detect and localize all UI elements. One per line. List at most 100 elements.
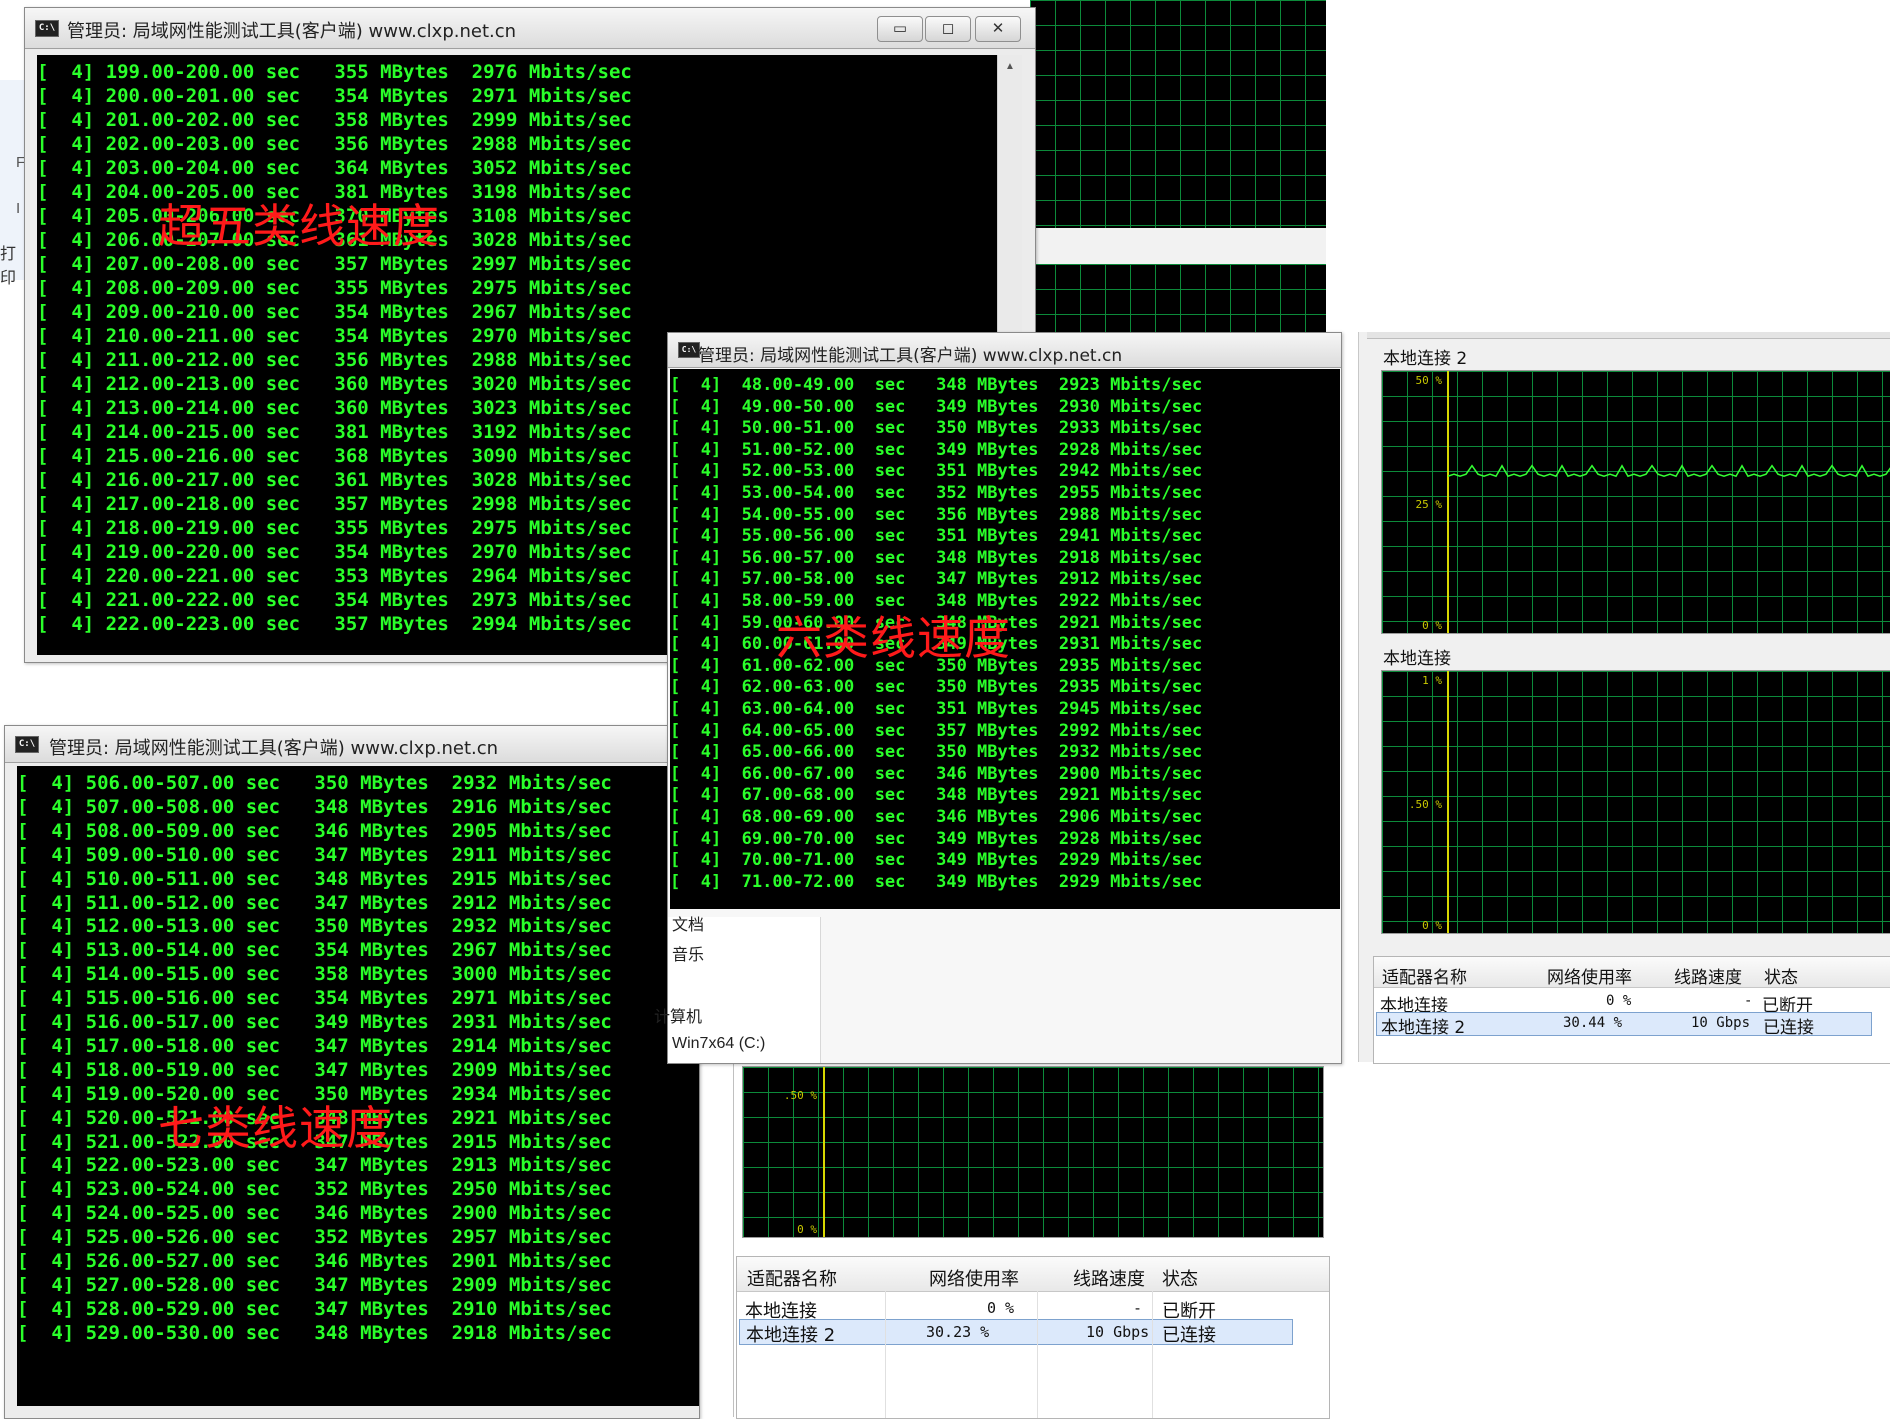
console-line: [ 4] 222.00-223.00 sec 357 MBytes 2994 M…	[37, 613, 632, 635]
console-window-cat7[interactable]: C:\ 管理员: 局域网性能测试工具(客户端) www.clxp.net.cn …	[4, 725, 700, 1419]
console-line: [ 4] 508.00-509.00 sec 346 MBytes 2905 M…	[17, 819, 612, 842]
console-line: [ 4] 220.00-221.00 sec 353 MBytes 2964 M…	[37, 565, 632, 587]
right-header-adapter[interactable]: 适配器名称	[1382, 963, 1467, 988]
bottom-graph-label-50: .50 %	[783, 1089, 817, 1102]
console-output[interactable]: [ 4] 506.00-507.00 sec 350 MBytes 2932 M…	[17, 766, 699, 1406]
console-line: [ 4] 50.00-51.00 sec 350 MBytes 2933 Mbi…	[670, 418, 1203, 439]
table-column-divider	[885, 1291, 886, 1418]
bottom-header-adapter[interactable]: 适配器名称	[747, 1265, 837, 1291]
console-line: [ 4] 209.00-210.00 sec 354 MBytes 2967 M…	[37, 301, 632, 323]
console-line: [ 4] 57.00-58.00 sec 347 MBytes 2912 Mbi…	[670, 569, 1203, 590]
bottom-header-speed[interactable]: 线路速度	[1073, 1265, 1145, 1291]
graph2-label-bottom: 0 %	[1422, 919, 1442, 932]
console-line: [ 4] 523.00-524.00 sec 352 MBytes 2950 M…	[17, 1178, 612, 1201]
console-line: [ 4] 207.00-208.00 sec 357 MBytes 2997 M…	[37, 253, 632, 275]
table-row[interactable]: 本地连接 0 % - 已断开	[737, 1295, 1329, 1322]
bottom-adapter-table: 适配器名称 网络使用率 线路速度 状态 本地连接 0 % - 已断开 本地连接 …	[736, 1256, 1330, 1419]
bottom-row2-adapter: 本地连接 2	[746, 1325, 836, 1346]
right-header-status[interactable]: 状态	[1764, 963, 1798, 988]
left-fragment-2: I	[16, 200, 21, 217]
graph1-usage-graph: 50 % 25 % 0 %	[1381, 370, 1890, 634]
console-line: [ 4] 511.00-512.00 sec 347 MBytes 2912 M…	[17, 891, 612, 914]
graph1-usage-line	[1447, 464, 1890, 478]
console-line: [ 4] 70.00-71.00 sec 349 MBytes 2929 Mbi…	[670, 850, 1203, 871]
table-row[interactable]: 本地连接 0 % - 已断开	[1374, 990, 1890, 1016]
bottom-header-status[interactable]: 状态	[1162, 1265, 1198, 1291]
scroll-up-icon[interactable]: ▲	[1005, 61, 1015, 72]
console-line: [ 4] 53.00-54.00 sec 352 MBytes 2955 Mbi…	[670, 483, 1203, 503]
console-line: [ 4] 217.00-218.00 sec 357 MBytes 2998 M…	[37, 493, 632, 515]
bottom-monitor-panel: .50 % 0 % 适配器名称 网络使用率 线路速度 状态 本地连接 0 % -…	[733, 1060, 1330, 1419]
window-title: 管理员: 局域网性能测试工具(客户端) www.clxp.net.cn	[698, 346, 1123, 366]
table-column-divider	[1037, 1291, 1038, 1418]
console-line: [ 4] 202.00-203.00 sec 356 MBytes 2988 M…	[37, 133, 632, 155]
console-line: [ 4] 210.00-211.00 sec 354 MBytes 2970 M…	[37, 325, 632, 347]
console-line: [ 4] 212.00-213.00 sec 360 MBytes 3020 M…	[37, 373, 632, 395]
console-line: [ 4] 64.00-65.00 sec 357 MBytes 2992 Mbi…	[670, 720, 1203, 741]
overlay-label-cat7: 七类线速度	[158, 1101, 393, 1155]
console-line: [ 4] 510.00-511.00 sec 348 MBytes 2915 M…	[17, 867, 612, 890]
console-line: [ 4] 201.00-202.00 sec 358 MBytes 2999 M…	[37, 109, 632, 131]
close-button[interactable]: ✕	[975, 16, 1021, 42]
console-line: [ 4] 49.00-50.00 sec 349 MBytes 2930 Mbi…	[670, 396, 1203, 417]
background-graph-top	[1030, 0, 1326, 228]
console-line: [ 4] 211.00-212.00 sec 356 MBytes 2988 M…	[37, 349, 632, 371]
console-line: [ 4] 516.00-517.00 sec 349 MBytes 2931 M…	[17, 1011, 612, 1033]
console-line: [ 4] 509.00-510.00 sec 347 MBytes 2911 M…	[17, 843, 612, 866]
left-background-strip: F I 打印	[0, 80, 27, 287]
console-line: [ 4] 63.00-64.00 sec 351 MBytes 2945 Mbi…	[670, 699, 1203, 719]
console-line: [ 4] 219.00-220.00 sec 354 MBytes 2970 M…	[37, 541, 632, 563]
window-title: 管理员: 局域网性能测试工具(客户端) www.clxp.net.cn	[49, 738, 499, 759]
explorer-item-computer[interactable]: 计算机	[654, 1003, 702, 1027]
console-line: [ 4] 55.00-56.00 sec 351 MBytes 2941 Mbi…	[670, 526, 1203, 547]
console-line: [ 4] 199.00-200.00 sec 355 MBytes 2976 M…	[37, 61, 632, 83]
explorer-item-music[interactable]: 音乐	[672, 941, 704, 965]
console-icon: C:\	[678, 342, 700, 358]
right-header-speed[interactable]: 线路速度	[1674, 963, 1742, 988]
console-line: [ 4] 517.00-518.00 sec 347 MBytes 2914 M…	[17, 1034, 612, 1057]
console-line: [ 4] 506.00-507.00 sec 350 MBytes 2932 M…	[17, 772, 612, 794]
console-line: [ 4] 529.00-530.00 sec 348 MBytes 2918 M…	[17, 1321, 612, 1344]
overlay-label-cat6: 六类线速度	[776, 611, 1011, 665]
console-line: [ 4] 48.00-49.00 sec 348 MBytes 2923 Mbi…	[670, 375, 1203, 395]
console-line: [ 4] 66.00-67.00 sec 346 MBytes 2900 Mbi…	[670, 763, 1203, 784]
bottom-header-usage[interactable]: 网络使用率	[929, 1265, 1019, 1291]
bottom-usage-graph: .50 % 0 %	[742, 1066, 1324, 1238]
maximize-button[interactable]: ◻	[925, 16, 971, 42]
console-line: [ 4] 527.00-528.00 sec 347 MBytes 2909 M…	[17, 1273, 612, 1296]
console-line: [ 4] 200.00-201.00 sec 354 MBytes 2971 M…	[37, 85, 632, 107]
console-line: [ 4] 515.00-516.00 sec 354 MBytes 2971 M…	[17, 987, 612, 1010]
console-line: [ 4] 526.00-527.00 sec 346 MBytes 2901 M…	[17, 1250, 612, 1272]
console-line: [ 4] 215.00-216.00 sec 368 MBytes 3090 M…	[37, 445, 632, 467]
graph1-title: 本地连接 2	[1383, 349, 1468, 369]
console-window-cat6[interactable]: C:\ 管理员: 局域网性能测试工具(客户端) www.clxp.net.cn …	[654, 332, 1342, 1064]
bottom-graph-label-0: 0 %	[797, 1223, 817, 1236]
console-line: [ 4] 524.00-525.00 sec 346 MBytes 2900 M…	[17, 1202, 612, 1225]
console-line: [ 4] 208.00-209.00 sec 355 MBytes 2975 M…	[37, 277, 632, 299]
right-monitor-panel: 本地连接 2 50 % 25 % 0 % 本地连接 1 % .50 % 0 % …	[1358, 332, 1890, 1064]
right-adapter-table: 适配器名称 网络使用率 线路速度 状态 本地连接 0 % - 已断开 本地连接 …	[1373, 956, 1890, 1064]
console-line: [ 4] 507.00-508.00 sec 348 MBytes 2916 M…	[17, 795, 612, 818]
console-line: [ 4] 221.00-222.00 sec 354 MBytes 2973 M…	[37, 589, 632, 611]
graph2-label-top: 1 %	[1422, 674, 1442, 687]
console-line: [ 4] 52.00-53.00 sec 351 MBytes 2942 Mbi…	[670, 461, 1203, 482]
console-line: [ 4] 518.00-519.00 sec 347 MBytes 2909 M…	[17, 1058, 612, 1081]
console-line: [ 4] 213.00-214.00 sec 360 MBytes 3023 M…	[37, 397, 632, 419]
bottom-row1-speed: -	[1133, 1299, 1143, 1317]
right-header-usage[interactable]: 网络使用率	[1547, 963, 1632, 988]
console-line: [ 4] 56.00-57.00 sec 348 MBytes 2918 Mbi…	[670, 547, 1203, 568]
minimize-button[interactable]: ▭	[877, 16, 923, 42]
explorer-item-documents[interactable]: 文档	[672, 911, 704, 935]
bottom-row2-speed: 10 Gbps	[1086, 1323, 1150, 1341]
bottom-row2-status: 已连接	[1162, 1325, 1216, 1346]
console-line: [ 4] 68.00-69.00 sec 346 MBytes 2906 Mbi…	[670, 807, 1203, 827]
overlay-label-cat5e: 超五类线速度	[158, 199, 440, 253]
table-row-selected[interactable]: 本地连接 2 30.23 % 10 Gbps 已连接	[739, 1319, 1293, 1346]
table-row-selected[interactable]: 本地连接 2 30.44 % 10 Gbps 已连接	[1376, 1012, 1872, 1038]
graph2-title: 本地连接	[1383, 649, 1451, 669]
right-row1-speed: -	[1744, 993, 1753, 1009]
console-line: [ 4] 51.00-52.00 sec 349 MBytes 2928 Mbi…	[670, 439, 1203, 460]
window-title: 管理员: 局域网性能测试工具(客户端) www.clxp.net.cn	[67, 21, 517, 42]
explorer-item-drive-c[interactable]: Win7x64 (C:)	[672, 1035, 765, 1053]
left-fragment-3: 打印	[0, 246, 17, 287]
